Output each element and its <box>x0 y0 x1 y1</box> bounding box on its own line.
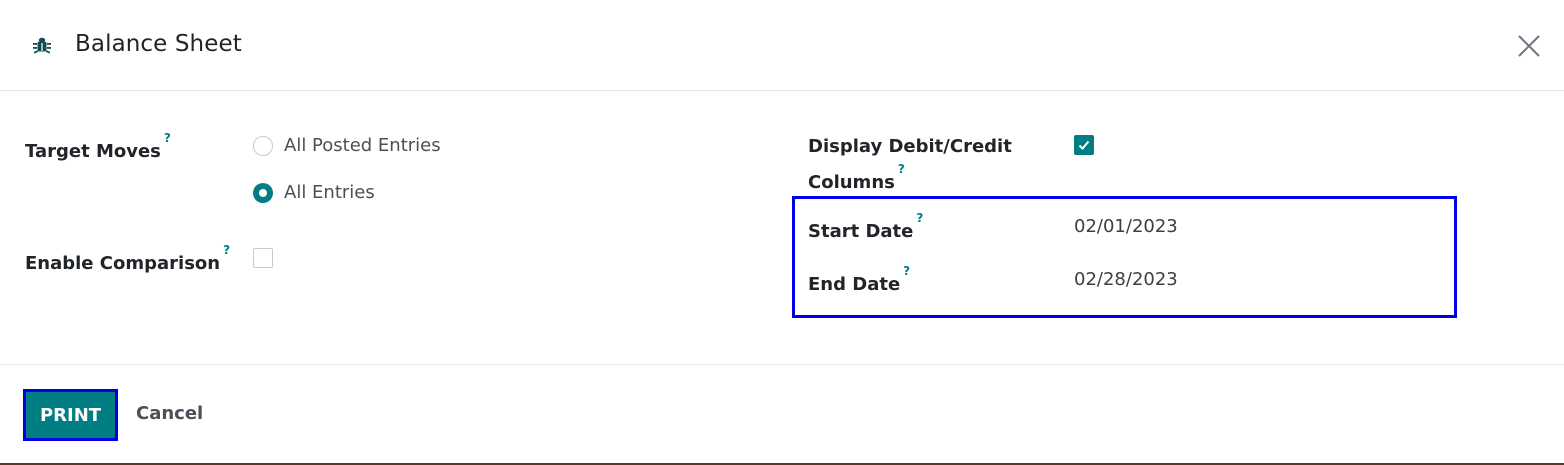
help-icon[interactable]: ? <box>903 264 910 278</box>
dialog-title: Balance Sheet <box>75 31 242 57</box>
help-icon[interactable]: ? <box>898 162 905 176</box>
cancel-button[interactable]: Cancel <box>136 402 203 426</box>
enable-comparison-checkbox[interactable] <box>253 248 273 268</box>
start-date-label-text: Start Date <box>808 221 914 242</box>
print-button[interactable]: PRINT <box>23 389 118 441</box>
display-debit-credit-checkbox[interactable] <box>1074 135 1094 155</box>
target-moves-label-text: Target Moves <box>25 141 161 162</box>
display-debit-credit-label-line1: Display Debit/Credit <box>808 136 1012 157</box>
radio-all-entries[interactable] <box>253 183 273 203</box>
radio-label-all-entries[interactable]: All Entries <box>284 181 375 205</box>
dialog-header: Balance Sheet <box>0 0 1564 91</box>
check-icon <box>1078 140 1090 150</box>
bug-icon <box>33 37 51 54</box>
enable-comparison-label-text: Enable Comparison <box>25 253 221 274</box>
close-icon[interactable] <box>1514 31 1544 61</box>
enable-comparison-label: Enable Comparison? <box>25 243 230 279</box>
help-icon[interactable]: ? <box>164 131 171 145</box>
start-date-field[interactable]: 02/01/2023 <box>1074 215 1178 239</box>
end-date-label: End Date? <box>808 264 910 300</box>
target-moves-label: Target Moves? <box>25 131 171 167</box>
end-date-field[interactable]: 02/28/2023 <box>1074 268 1178 292</box>
help-icon[interactable]: ? <box>223 243 230 257</box>
radio-all-posted-entries[interactable] <box>253 136 273 156</box>
balance-sheet-dialog: Balance Sheet Target Moves? All Posted E… <box>0 0 1564 465</box>
end-date-label-text: End Date <box>808 274 901 295</box>
display-debit-credit-label-line2: Columns <box>808 172 895 193</box>
start-date-label: Start Date? <box>808 211 923 247</box>
help-icon[interactable]: ? <box>916 211 923 225</box>
display-debit-credit-label: Display Debit/Credit Columns? <box>808 131 1012 198</box>
radio-label-all-posted-entries[interactable]: All Posted Entries <box>284 134 441 158</box>
dialog-footer <box>0 364 1564 463</box>
